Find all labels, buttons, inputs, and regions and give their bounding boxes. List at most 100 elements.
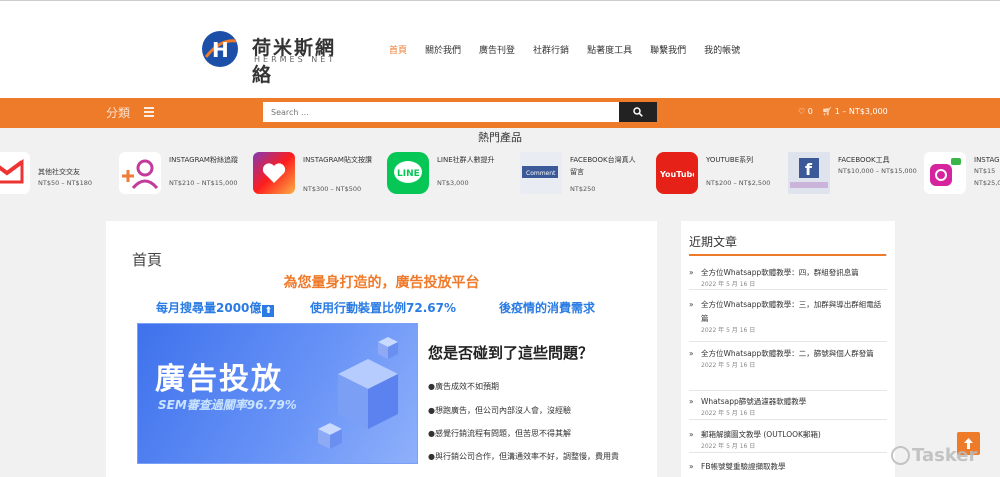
- product-item[interactable]: INSTAG NT$15 NT$25,0: [924, 152, 1000, 196]
- category-label[interactable]: 分類: [106, 104, 130, 121]
- recent-posts-sidebar: 近期文章 全方位Whatsapp軟體教學：四，群組發訊息篇 2022 年 5 月…: [681, 221, 895, 477]
- recent-post[interactable]: 郵箱解擴圖文教學 (OUTLOOK郵箱) 2022 年 5 月 16 日: [689, 428, 887, 453]
- svg-text:H: H: [212, 38, 229, 62]
- post-title: 全方位Whatsapp軟體教學：二，篩號與個人群發篇: [689, 347, 887, 361]
- menu-icon[interactable]: [144, 107, 154, 117]
- wishlist-button[interactable]: ♡ 0: [798, 107, 813, 116]
- recent-post[interactable]: 全方位Whatsapp軟體教學：二，篩號與個人群發篇 2022 年 5 月 16…: [689, 347, 887, 391]
- product-name: FACEBOOK工具: [838, 156, 890, 164]
- cart-summary: 1 – NT$3,000: [834, 107, 888, 116]
- recent-post[interactable]: 全方位Whatsapp軟體教學：四，群組發訊息篇 2022 年 5 月 16 日: [689, 266, 887, 290]
- product-price: NT$250: [570, 185, 596, 193]
- recent-post[interactable]: 全方位Whatsapp軟體教學：三，加群與導出群組電話篇 2022 年 5 月 …: [689, 298, 887, 342]
- banner-title: 廣告投放: [155, 362, 283, 397]
- question-title: 您是否碰到了這些問題？: [428, 344, 594, 362]
- product-name: FACEBOOK台灣真人留言: [570, 156, 636, 176]
- nav-tools[interactable]: 點著度工具: [587, 43, 632, 56]
- product-name: 其他社交交友: [38, 168, 80, 176]
- heart-icon: [253, 152, 295, 194]
- post-date: 2022 年 5 月 16 日: [701, 362, 756, 369]
- main-nav: 首頁 關於我們 廣告刊登 社群行銷 點著度工具 聯繫我們 我的帳號: [389, 43, 758, 56]
- product-item[interactable]: Comment FACEBOOK台灣真人留言 NT$250: [520, 152, 650, 196]
- nav-home[interactable]: 首頁: [389, 43, 407, 56]
- post-title: 郵箱解擴圖文教學 (OUTLOOK郵箱): [689, 428, 887, 442]
- stat-search-volume: 每月搜尋量2000億 ⬆: [156, 299, 275, 317]
- post-title: Whatsapp篩號過濾器軟體教學: [689, 395, 887, 409]
- up-arrow-icon: ⬆: [262, 305, 275, 317]
- problem-item: ●與行銷公司合作，但溝通效率不好，調整慢，費用貴: [428, 452, 619, 461]
- post-date: 2022 年 5 月 16 日: [701, 410, 756, 417]
- stat-post-pandemic: 後疫情的消費需求: [499, 301, 596, 315]
- problem-item: ●廣告成效不如預期: [428, 382, 499, 391]
- svg-text:Comment: Comment: [526, 170, 556, 177]
- stat-mobile-ratio: 使用行動裝置比例72.67%: [310, 301, 456, 315]
- youtube-icon: YouTube: [656, 152, 698, 194]
- banner-subtitle: SEM審查過關率96.79%: [158, 398, 297, 412]
- ad-banner-image: 廣告投放 SEM審查過關率96.79%: [137, 323, 418, 464]
- product-item[interactable]: LINE LINE社群人數提升 NT$3,000: [387, 152, 517, 196]
- nav-contact[interactable]: 聯繫我們: [650, 43, 686, 56]
- watermark-text: Tasker: [912, 445, 978, 466]
- toolbar: 分類 ♡ 0 🛒︎ 1 – NT$3,000: [0, 98, 1000, 128]
- recent-post[interactable]: FB帳號雙重驗證擷取教學: [689, 460, 887, 477]
- product-item[interactable]: INSTAGRAM粉絲追蹤 NT$210 – NT$15,000: [119, 152, 249, 196]
- svg-text:YouTube: YouTube: [659, 170, 694, 179]
- product-price: NT$210 – NT$15,000: [169, 179, 238, 187]
- product-item[interactable]: INSTAGRAM貼文按讚 NT$300 – NT$500: [253, 152, 383, 196]
- search-button[interactable]: [619, 102, 657, 122]
- cart-button[interactable]: 🛒︎ 1 – NT$3,000: [822, 107, 888, 116]
- product-name: LINE社群人數提升: [437, 156, 495, 164]
- gmail-icon: [0, 152, 30, 194]
- sidebar-title: 近期文章: [689, 235, 738, 249]
- post-title: 全方位Whatsapp軟體教學：三，加群與導出群組電話篇: [689, 298, 887, 326]
- post-title: 全方位Whatsapp軟體教學：四，群組發訊息篇: [689, 266, 887, 280]
- hot-products-title: 熱門產品: [478, 131, 522, 144]
- sidebar-title-underline: [689, 254, 887, 256]
- cube-graphic: [318, 337, 398, 449]
- product-price-max: NT$25,0: [974, 179, 1000, 187]
- cart-icon: 🛒︎: [822, 107, 833, 116]
- product-item[interactable]: 其他社交交友 NT$50 – NT$180: [0, 152, 118, 196]
- recent-post[interactable]: Whatsapp篩號過濾器軟體教學 2022 年 5 月 16 日: [689, 395, 887, 420]
- site-logo[interactable]: H 荷米斯網絡 HERMES NET: [200, 29, 345, 86]
- product-name: INSTAGRAM粉絲追蹤: [169, 156, 238, 164]
- product-price: NT$3,000: [437, 179, 469, 187]
- product-price: NT$200 – NT$2,500: [706, 179, 771, 187]
- comment-icon: Comment: [520, 152, 562, 194]
- search-icon: [633, 107, 643, 117]
- heart-icon: ♡: [798, 107, 806, 116]
- headline: 為您量身打造的，廣告投放平台: [283, 275, 480, 291]
- line-icon: LINE: [387, 152, 429, 194]
- product-name: YOUTUBE系列: [706, 156, 754, 164]
- problem-item: ●感覺行銷流程有問題，但苦思不得其解: [428, 429, 571, 438]
- facebook-icon: f: [788, 152, 830, 194]
- product-price: NT$50 – NT$180: [38, 179, 92, 187]
- post-date: 2022 年 5 月 16 日: [701, 327, 756, 334]
- product-name: INSTAGRAM貼文按讚: [303, 156, 372, 164]
- hot-products-strip: 其他社交交友 NT$50 – NT$180 INSTAGRAM粉絲追蹤 NT$2…: [0, 146, 1000, 198]
- search-box: [263, 102, 657, 122]
- post-date: 2022 年 5 月 16 日: [701, 281, 756, 288]
- nav-social-marketing[interactable]: 社群行銷: [533, 43, 569, 56]
- page-title: 首頁: [132, 251, 163, 269]
- add-user-icon: [119, 152, 161, 194]
- nav-account[interactable]: 我的帳號: [704, 43, 740, 56]
- product-price: NT$300 – NT$500: [303, 185, 362, 193]
- post-date: 2022 年 5 月 16 日: [701, 443, 756, 450]
- instagram-icon: [924, 152, 966, 194]
- problem-item: ●想跑廣告，但公司內部沒人會，沒經驗: [428, 406, 571, 415]
- product-price: NT$15: [974, 167, 996, 175]
- site-header: H 荷米斯網絡 HERMES NET 首頁 關於我們 廣告刊登 社群行銷 點著度…: [0, 0, 1000, 98]
- product-item[interactable]: YouTube YOUTUBE系列 NT$200 – NT$2,500: [656, 152, 786, 196]
- post-title: FB帳號雙重驗證擷取教學: [689, 460, 887, 474]
- logo-name-en: HERMES NET: [254, 55, 337, 64]
- product-price: NT$10,000 – NT$15,000: [838, 167, 917, 175]
- svg-text:LINE: LINE: [397, 169, 420, 179]
- main-content: 首頁 為您量身打造的，廣告投放平台 每月搜尋量2000億 ⬆ 使用行動裝置比例72…: [106, 221, 657, 477]
- product-item[interactable]: f FACEBOOK工具 NT$10,000 – NT$15,000: [788, 152, 918, 196]
- nav-about[interactable]: 關於我們: [425, 43, 461, 56]
- product-name: INSTAG: [974, 156, 1000, 164]
- nav-advertise[interactable]: 廣告刊登: [479, 43, 515, 56]
- hermes-logo-icon: H: [202, 31, 238, 67]
- search-input[interactable]: [263, 102, 619, 122]
